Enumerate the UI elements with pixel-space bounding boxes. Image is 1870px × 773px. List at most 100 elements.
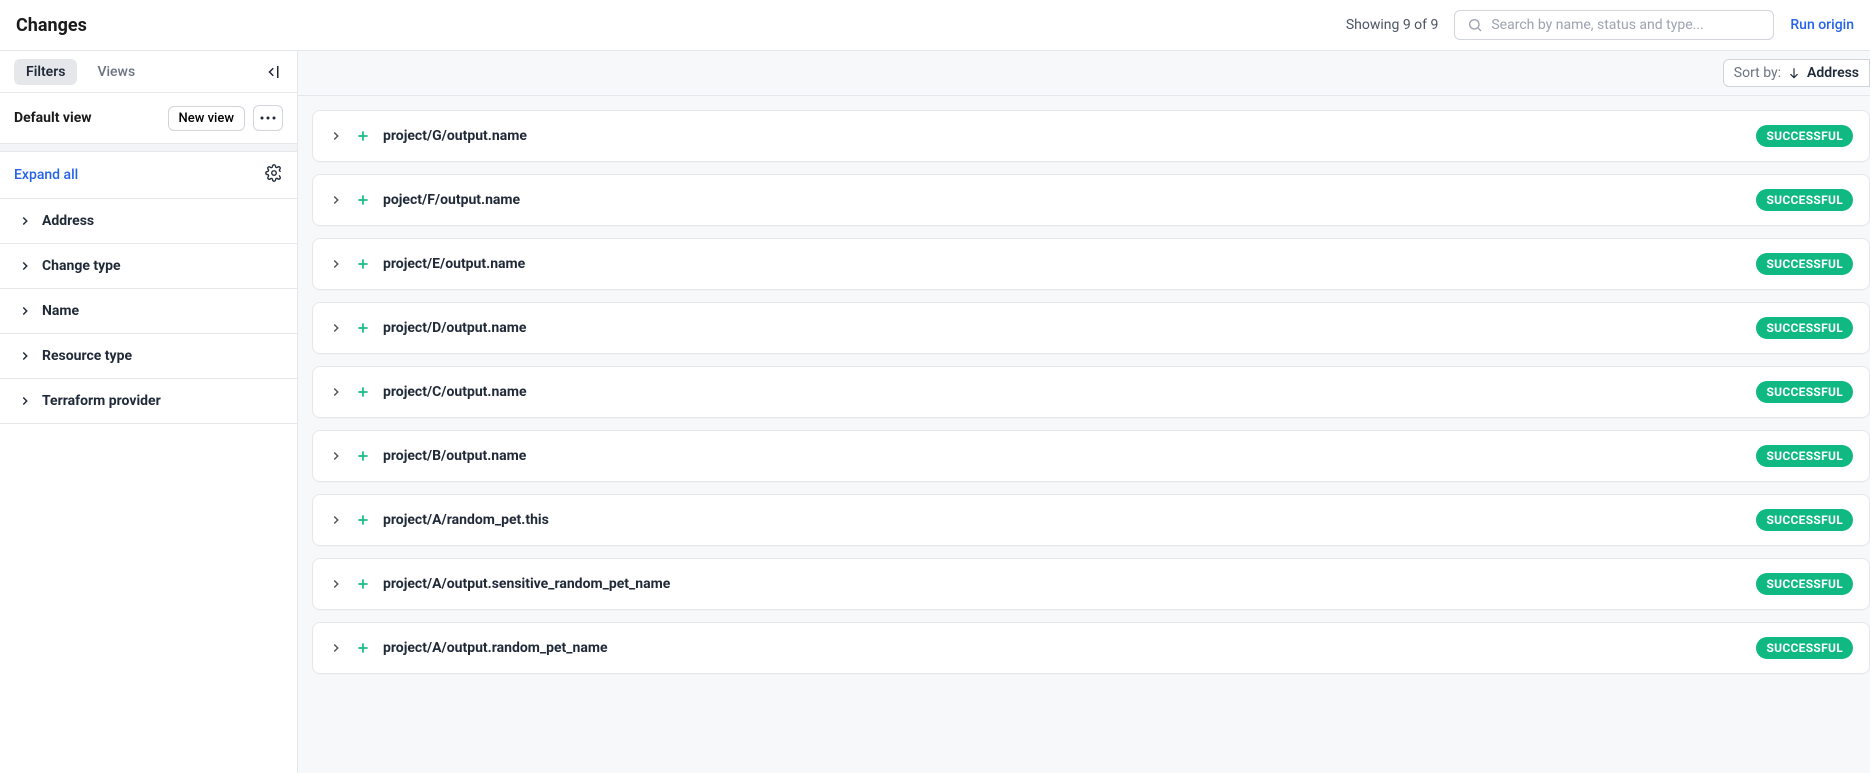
filter-label: Change type — [42, 258, 121, 274]
status-badge: SUCCESSFUL — [1756, 189, 1853, 211]
tab-filters[interactable]: Filters — [14, 59, 77, 85]
more-options-button[interactable] — [253, 105, 283, 131]
search-icon — [1467, 17, 1483, 33]
filter-item[interactable]: Address — [0, 199, 297, 244]
collapse-sidebar-icon[interactable] — [265, 63, 283, 81]
default-view-row: Default view New view — [0, 93, 297, 144]
chevron-right-icon — [18, 394, 32, 408]
filter-label: Address — [42, 213, 94, 229]
change-row-left: project/A/random_pet.this — [329, 512, 549, 528]
plus-icon — [355, 512, 371, 528]
tab-views[interactable]: Views — [85, 59, 147, 85]
change-row-left: project/A/output.sensitive_random_pet_na… — [329, 576, 670, 592]
sort-value: Address — [1807, 65, 1859, 81]
change-name: project/A/output.random_pet_name — [383, 640, 608, 656]
arrow-down-icon — [1787, 66, 1801, 80]
change-row[interactable]: project/A/output.random_pet_name SUCCESS… — [312, 622, 1870, 674]
status-badge: SUCCESSFUL — [1756, 381, 1853, 403]
plus-icon — [355, 128, 371, 144]
plus-icon — [355, 640, 371, 656]
change-row[interactable]: project/C/output.name SUCCESSFUL — [312, 366, 1870, 418]
filter-list: Address Change type Name Resource type T… — [0, 199, 297, 424]
chevron-right-icon[interactable] — [329, 129, 343, 143]
filter-item[interactable]: Resource type — [0, 334, 297, 379]
change-row[interactable]: project/D/output.name SUCCESSFUL — [312, 302, 1870, 354]
plus-icon — [355, 192, 371, 208]
status-badge: SUCCESSFUL — [1756, 509, 1853, 531]
plus-icon — [355, 256, 371, 272]
filter-item[interactable]: Change type — [0, 244, 297, 289]
dots-icon — [260, 116, 276, 120]
run-origin-link[interactable]: Run origin — [1790, 17, 1854, 33]
plus-icon — [355, 384, 371, 400]
showing-count: Showing 9 of 9 — [1346, 17, 1439, 33]
change-name: project/G/output.name — [383, 128, 527, 144]
filter-label: Name — [42, 303, 79, 319]
status-badge: SUCCESSFUL — [1756, 253, 1853, 275]
page-title: Changes — [16, 15, 87, 36]
chevron-right-icon — [18, 304, 32, 318]
chevron-right-icon[interactable] — [329, 193, 343, 207]
chevron-right-icon[interactable] — [329, 641, 343, 655]
sidebar: Filters Views Default view New view Expa… — [0, 51, 298, 773]
change-row[interactable]: project/B/output.name SUCCESSFUL — [312, 430, 1870, 482]
change-name: project/A/random_pet.this — [383, 512, 549, 528]
plus-icon — [355, 448, 371, 464]
page-header: Changes Showing 9 of 9 Run origin — [0, 0, 1870, 51]
change-name: project/D/output.name — [383, 320, 526, 336]
change-row-left: poject/F/output.name — [329, 192, 520, 208]
change-name: project/C/output.name — [383, 384, 527, 400]
chevron-right-icon[interactable] — [329, 513, 343, 527]
new-view-button[interactable]: New view — [168, 106, 245, 131]
filter-label: Terraform provider — [42, 393, 161, 409]
changes-list: project/G/output.name SUCCESSFUL poject/… — [298, 96, 1870, 700]
chevron-right-icon — [18, 349, 32, 363]
search-box[interactable] — [1454, 10, 1774, 40]
filter-item[interactable]: Name — [0, 289, 297, 334]
change-name: poject/F/output.name — [383, 192, 520, 208]
status-badge: SUCCESSFUL — [1756, 317, 1853, 339]
status-badge: SUCCESSFUL — [1756, 125, 1853, 147]
sidebar-tabs: Filters Views — [0, 51, 297, 93]
change-name: project/A/output.sensitive_random_pet_na… — [383, 576, 670, 592]
header-actions: Showing 9 of 9 Run origin — [1346, 10, 1854, 40]
change-row-left: project/A/output.random_pet_name — [329, 640, 608, 656]
chevron-right-icon[interactable] — [329, 577, 343, 591]
change-name: project/B/output.name — [383, 448, 526, 464]
default-view-label: Default view — [14, 110, 92, 126]
sort-row: Sort by: Address — [298, 51, 1870, 96]
change-row-left: project/G/output.name — [329, 128, 527, 144]
chevron-right-icon — [18, 214, 32, 228]
chevron-right-icon[interactable] — [329, 257, 343, 271]
change-row-left: project/B/output.name — [329, 448, 526, 464]
expand-all-link[interactable]: Expand all — [14, 167, 78, 183]
search-input[interactable] — [1491, 17, 1761, 33]
filter-label: Resource type — [42, 348, 132, 364]
divider — [0, 144, 297, 152]
change-row[interactable]: project/A/random_pet.this SUCCESSFUL — [312, 494, 1870, 546]
view-actions: New view — [168, 105, 283, 131]
change-row[interactable]: project/G/output.name SUCCESSFUL — [312, 110, 1870, 162]
chevron-right-icon — [18, 259, 32, 273]
change-row[interactable]: poject/F/output.name SUCCESSFUL — [312, 174, 1870, 226]
chevron-right-icon[interactable] — [329, 321, 343, 335]
chevron-right-icon[interactable] — [329, 449, 343, 463]
change-row-left: project/C/output.name — [329, 384, 527, 400]
change-row-left: project/D/output.name — [329, 320, 526, 336]
sort-dropdown[interactable]: Sort by: Address — [1723, 59, 1870, 87]
expand-all-row: Expand all — [0, 152, 297, 199]
filter-item[interactable]: Terraform provider — [0, 379, 297, 424]
sort-label: Sort by: — [1734, 65, 1781, 81]
main-container: Filters Views Default view New view Expa… — [0, 51, 1870, 773]
chevron-right-icon[interactable] — [329, 385, 343, 399]
change-row[interactable]: project/A/output.sensitive_random_pet_na… — [312, 558, 1870, 610]
content-area: Sort by: Address project/G/output.name S… — [298, 51, 1870, 773]
plus-icon — [355, 320, 371, 336]
status-badge: SUCCESSFUL — [1756, 573, 1853, 595]
status-badge: SUCCESSFUL — [1756, 637, 1853, 659]
settings-icon[interactable] — [265, 164, 283, 186]
status-badge: SUCCESSFUL — [1756, 445, 1853, 467]
change-row-left: project/E/output.name — [329, 256, 525, 272]
change-row[interactable]: project/E/output.name SUCCESSFUL — [312, 238, 1870, 290]
change-name: project/E/output.name — [383, 256, 525, 272]
